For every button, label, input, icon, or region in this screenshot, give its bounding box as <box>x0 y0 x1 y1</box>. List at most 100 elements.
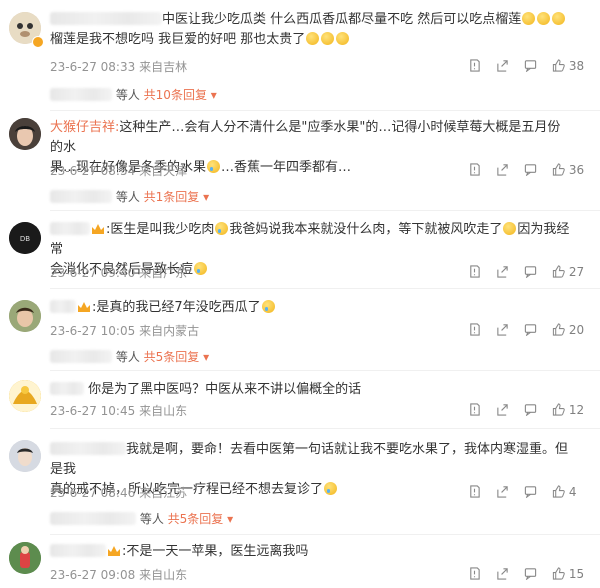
crown-icon <box>92 224 104 234</box>
report-icon[interactable] <box>468 58 481 74</box>
reply-icon[interactable] <box>524 566 537 582</box>
timestamp: 23-6-27 08:46 <box>50 486 136 500</box>
emoji-icon <box>537 12 551 25</box>
comment-text: …香蕉一年四季都有… <box>221 160 352 175</box>
like-button[interactable]: 20 <box>552 322 584 338</box>
blurred-username[interactable] <box>50 12 162 25</box>
comment-text: 你是为了黑中医吗？中医从来不讲以偏概全的话 <box>88 382 362 397</box>
timestamp: 23-6-27 10:05 <box>50 324 136 338</box>
action-bar: 12 <box>468 402 588 418</box>
report-icon[interactable] <box>468 322 481 338</box>
reply-icon[interactable] <box>524 402 537 418</box>
blurred-reply-names <box>50 350 112 363</box>
reply-icon[interactable] <box>524 484 537 500</box>
share-icon[interactable] <box>496 402 509 418</box>
avatar[interactable] <box>9 118 41 150</box>
location: 来自山东 <box>139 568 188 582</box>
like-count: 15 <box>568 567 585 581</box>
comment-body: :是真的我已经7年没吃西瓜了 <box>50 298 570 318</box>
divider <box>50 370 600 371</box>
share-icon[interactable] <box>496 566 509 582</box>
location: 来自广东 <box>139 266 188 280</box>
like-count: 4 <box>568 485 577 499</box>
emoji-icon <box>306 32 320 45</box>
blurred-reply-names <box>50 190 112 203</box>
emoji-icon <box>336 32 350 45</box>
comment-text: 中医让我少吃瓜类 什么西瓜香瓜都尽量不吃 然后可以吃点榴莲 <box>162 12 522 27</box>
blurred-username[interactable] <box>50 222 90 235</box>
like-button[interactable]: 15 <box>552 566 584 582</box>
report-icon[interactable] <box>468 264 481 280</box>
share-icon[interactable] <box>496 162 509 178</box>
blurred-reply-names <box>50 512 136 525</box>
comment-text: 这种生产…会有人分不清什么是"应季水果"的…记得小时候草莓大概是五月份的水 <box>50 120 561 155</box>
reply-icon[interactable] <box>524 162 537 178</box>
comment-text: 我就是啊，要命！去看中医第一句话就让我不要吃水果了，我体内寒湿重。但是我 <box>50 442 569 477</box>
avatar[interactable] <box>9 440 41 472</box>
report-icon[interactable] <box>468 566 481 582</box>
like-button[interactable]: 36 <box>552 162 584 178</box>
like-button[interactable]: 4 <box>552 484 576 500</box>
more-replies-link[interactable]: 共5条回复 <box>144 350 200 364</box>
timestamp: 23-6-27 10:45 <box>50 404 136 418</box>
divider <box>50 534 600 535</box>
like-button[interactable]: 27 <box>552 264 584 280</box>
svg-text:DB: DB <box>20 235 30 243</box>
report-icon[interactable] <box>468 162 481 178</box>
username-link[interactable]: 大猴仔吉祥: <box>50 120 119 135</box>
timestamp: 23-6-27 09:40 <box>50 266 136 280</box>
crying-emoji-icon <box>324 482 338 495</box>
comment-text: :医生是叫我少吃肉 <box>106 222 215 237</box>
more-replies-link[interactable]: 共5条回复 <box>168 512 224 526</box>
comment-meta: 23-6-27 09:08 来自山东 <box>50 566 187 583</box>
reply-summary[interactable]: 等人 共5条回复 ▾ <box>50 510 233 527</box>
reply-summary[interactable]: 等人 共5条回复 ▾ <box>50 348 209 365</box>
comment-text: :不是一天一苹果，医生远离我吗 <box>122 544 309 559</box>
like-button[interactable]: 38 <box>552 58 584 74</box>
comment-meta: 23-6-27 08:54 来自天津 <box>50 162 187 179</box>
like-button[interactable]: 12 <box>552 402 584 418</box>
share-icon[interactable] <box>496 484 509 500</box>
avatar[interactable]: DB <box>9 222 41 254</box>
comment-meta: 23-6-27 09:40 来自广东 <box>50 264 187 281</box>
blurred-username[interactable] <box>50 300 76 313</box>
action-bar: 27 <box>468 264 588 280</box>
action-bar: 20 <box>468 322 588 338</box>
blurred-username[interactable] <box>50 382 84 395</box>
comment-text: 榴莲是我不想吃吗 我巨爱的好吧 那也太贵了 <box>50 32 306 47</box>
more-replies-link[interactable]: 共1条回复 <box>144 190 200 204</box>
more-replies-link[interactable]: 共10条回复 <box>144 88 207 102</box>
emoji-icon <box>522 12 536 25</box>
reply-icon[interactable] <box>524 58 537 74</box>
reply-icon[interactable] <box>524 264 537 280</box>
avatar[interactable] <box>9 542 41 574</box>
avatar[interactable] <box>9 300 41 332</box>
timestamp: 23-6-27 09:08 <box>50 568 136 582</box>
action-bar: 15 <box>468 566 588 582</box>
report-icon[interactable] <box>468 484 481 500</box>
report-icon[interactable] <box>468 402 481 418</box>
like-count: 27 <box>568 265 585 279</box>
share-icon[interactable] <box>496 264 509 280</box>
like-count: 38 <box>568 59 585 73</box>
share-icon[interactable] <box>496 322 509 338</box>
reply-summary[interactable]: 等人 共1条回复 ▾ <box>50 188 209 205</box>
location: 来自山东 <box>139 404 188 418</box>
avatar[interactable] <box>9 380 41 412</box>
reply-summary[interactable]: 等人 共10条回复 ▾ <box>50 86 217 103</box>
crown-icon <box>108 546 120 556</box>
comment-body: 你是为了黑中医吗？中医从来不讲以偏概全的话 <box>50 380 570 400</box>
comment-meta: 23-6-27 08:33 来自吉林 <box>50 58 187 75</box>
comment-feed: 中医让我少吃瓜类 什么西瓜香瓜都尽量不吃 然后可以吃点榴莲 榴莲是我不想吃吗 我… <box>0 0 600 588</box>
comment-text: 我爸妈说我本来就没什么肉，等下就被风吹走了 <box>229 222 503 237</box>
like-count: 20 <box>568 323 585 337</box>
share-icon[interactable] <box>496 58 509 74</box>
action-bar: 38 <box>468 58 588 74</box>
comment-meta: 23-6-27 08:46 来自江苏 <box>50 484 187 501</box>
reply-icon[interactable] <box>524 322 537 338</box>
divider <box>50 288 600 289</box>
blurred-username[interactable] <box>50 442 126 455</box>
emoji-icon <box>552 12 566 25</box>
verified-badge-icon <box>32 36 44 48</box>
blurred-username[interactable] <box>50 544 106 557</box>
